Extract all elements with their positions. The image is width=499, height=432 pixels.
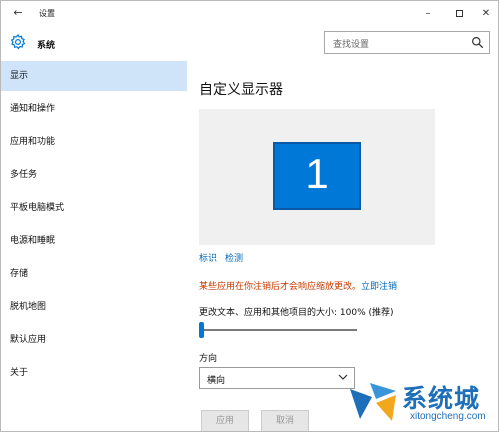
sign-out-link[interactable]: 立即注销 bbox=[361, 279, 397, 292]
sidebar-item-notifications[interactable]: 通知和操作 bbox=[1, 94, 187, 124]
sidebar-item-default-apps[interactable]: 默认应用 bbox=[1, 325, 187, 355]
search-placeholder: 查找设置 bbox=[333, 40, 370, 50]
scale-slider-thumb[interactable] bbox=[199, 322, 204, 338]
close-button[interactable]: ✕ bbox=[475, 5, 497, 23]
monitor-arrangement-area: 1 bbox=[199, 109, 435, 245]
sidebar: 显示 通知和操作 应用和功能 多任务 平板电脑模式 电源和睡眠 存储 脱机地图 … bbox=[1, 61, 187, 431]
back-arrow-icon[interactable]: ← bbox=[11, 6, 25, 20]
sidebar-item-about[interactable]: 关于 bbox=[1, 358, 187, 388]
maximize-button[interactable] bbox=[448, 5, 470, 23]
scale-label: 更改文本、应用和其他项目的大小: 100% (推荐) bbox=[199, 308, 394, 318]
sidebar-item-display[interactable]: 显示 bbox=[1, 61, 187, 91]
watermark-text: 系统城 bbox=[402, 384, 481, 413]
orientation-value: 横向 bbox=[207, 376, 226, 386]
sidebar-item-storage[interactable]: 存储 bbox=[1, 259, 187, 289]
watermark-subtext: xitongcheng.com bbox=[410, 411, 486, 422]
app-name: 系统 bbox=[37, 41, 56, 51]
sidebar-item-apps[interactable]: 应用和功能 bbox=[1, 127, 187, 157]
sidebar-item-multitasking[interactable]: 多任务 bbox=[1, 160, 187, 190]
scale-slider-track[interactable] bbox=[201, 329, 357, 331]
detect-link[interactable]: 检测 bbox=[225, 251, 243, 264]
sidebar-item-offline-maps[interactable]: 脱机地图 bbox=[1, 292, 187, 322]
apply-button[interactable]: 应用 bbox=[201, 410, 249, 431]
settings-window: ← 设置 – ✕ 系统 查找设置 显示 通知和操作 应用和功能 多任务 平板电脑… bbox=[0, 0, 499, 432]
scaling-warning-text: 某些应用在你注销后才会响应缩放更改。 bbox=[199, 282, 362, 292]
gear-icon bbox=[10, 33, 26, 50]
orientation-label: 方向 bbox=[199, 354, 218, 364]
monitor-number: 1 bbox=[305, 150, 329, 197]
identify-link[interactable]: 标识 bbox=[199, 251, 217, 264]
maximize-icon bbox=[455, 9, 463, 17]
minimize-button[interactable]: – bbox=[417, 5, 439, 23]
title-bar: ← 设置 – ✕ bbox=[1, 1, 498, 29]
window-title: 设置 bbox=[39, 9, 55, 18]
sidebar-item-tablet-mode[interactable]: 平板电脑模式 bbox=[1, 193, 187, 223]
orientation-select[interactable]: 横向 bbox=[199, 367, 355, 389]
sidebar-item-power-sleep[interactable]: 电源和睡眠 bbox=[1, 226, 187, 256]
search-icon[interactable] bbox=[471, 36, 484, 49]
search-input[interactable]: 查找设置 bbox=[324, 31, 490, 54]
cancel-button[interactable]: 取消 bbox=[261, 410, 309, 431]
watermark: 系统城 xitongcheng.com bbox=[346, 377, 496, 429]
page-title: 自定义显示器 bbox=[199, 82, 283, 98]
monitor-tile[interactable]: 1 bbox=[273, 142, 361, 210]
watermark-logo-icon bbox=[350, 383, 396, 421]
